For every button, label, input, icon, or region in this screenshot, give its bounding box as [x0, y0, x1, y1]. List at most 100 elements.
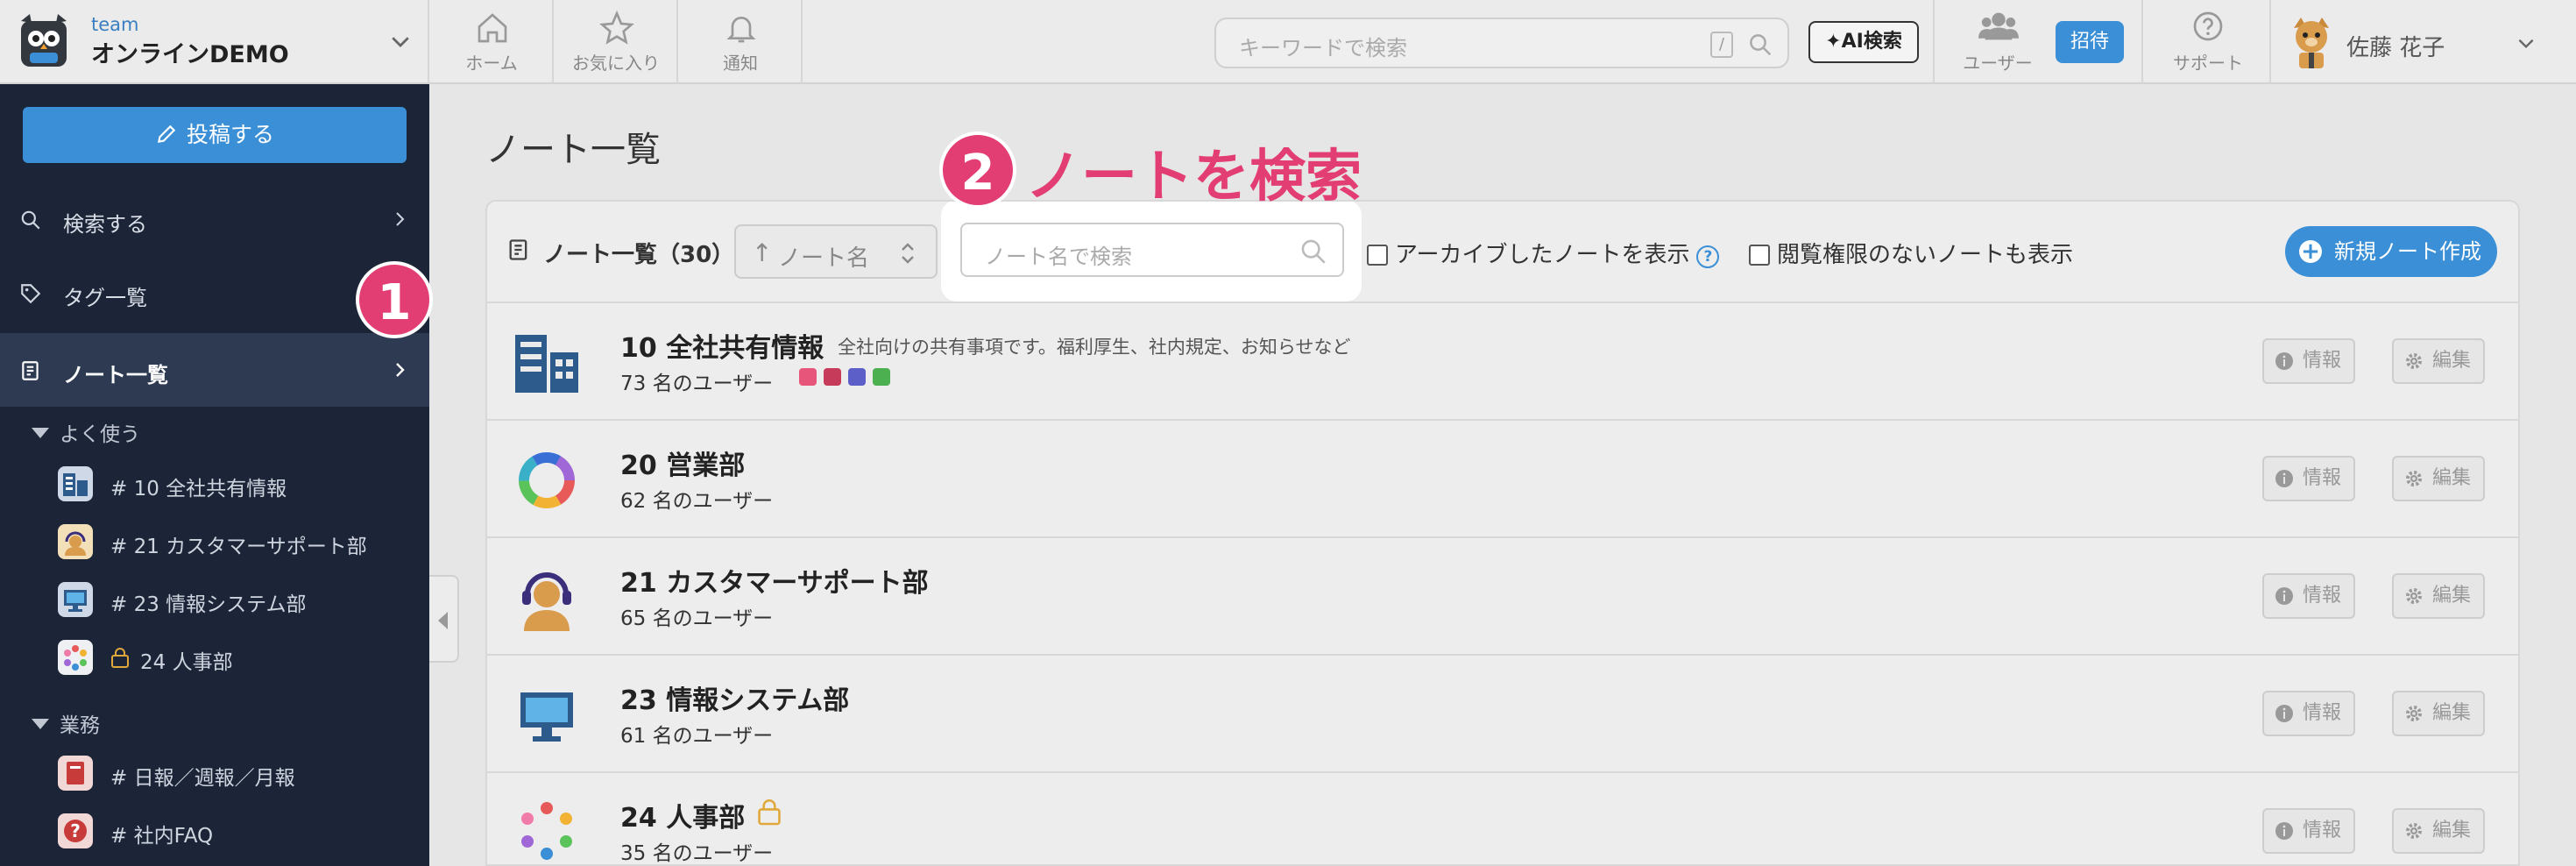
ai-search-button[interactable]: ✦AI検索: [1808, 21, 1919, 63]
info-icon: [2275, 352, 2293, 370]
nav-notifications[interactable]: 通知: [680, 0, 803, 84]
edit-button[interactable]: 編集: [2392, 456, 2485, 501]
note-name[interactable]: 21 カスタマーサポート部: [620, 561, 929, 600]
step-2-badge: 2: [939, 131, 1016, 209]
nav-support-label: サポート: [2173, 53, 2243, 74]
caret-down-icon: [32, 719, 49, 729]
nav-home[interactable]: ホーム: [431, 0, 554, 84]
team-name: オンラインDEMO: [91, 41, 289, 68]
info-button[interactable]: 情報: [2262, 573, 2355, 619]
note-row[interactable]: 20 営業部 62 名のユーザー 情報 編集: [487, 421, 2518, 538]
search-shortcut-hint: /: [1710, 32, 1733, 58]
sidebar-item-notes[interactable]: ノート一覧: [0, 333, 429, 407]
pencil-icon: [157, 124, 176, 144]
note-user-count: 35 名のユーザー: [620, 842, 774, 865]
note-name-search-input[interactable]: ノート名で検索: [960, 223, 1344, 277]
section-title: よく使う: [60, 423, 140, 446]
checkbox[interactable]: [1749, 245, 1770, 266]
sidebar-note-label: 24 人事部: [140, 651, 233, 674]
chevron-down-icon[interactable]: [2515, 32, 2537, 54]
ai-search-label: AI検索: [1841, 31, 1902, 53]
help-icon[interactable]: ?: [1696, 245, 1720, 268]
info-button[interactable]: 情報: [2262, 456, 2355, 501]
monitor-icon: [58, 582, 93, 617]
note-user-count: 61 名のユーザー: [620, 725, 774, 748]
info-button[interactable]: 情報: [2262, 338, 2355, 384]
sidebar-item-label: 検索する: [63, 212, 147, 237]
sidebar-note-item[interactable]: # 10 全社共有情報: [58, 458, 426, 510]
book-icon: [58, 756, 93, 791]
gear-icon: [2406, 588, 2422, 604]
info-icon: [2275, 587, 2293, 605]
headset-icon: [522, 572, 571, 631]
note-name[interactable]: 10 全社共有情報: [620, 326, 824, 365]
ring-chart-icon: [519, 452, 575, 508]
building-icon: [515, 335, 578, 393]
nav-home-label: ホーム: [465, 53, 518, 74]
sidebar-note-item[interactable]: ? # 社内FAQ: [58, 805, 426, 857]
nav-support[interactable]: サポート: [2155, 0, 2261, 84]
nav-users[interactable]: ユーザー: [1945, 0, 2050, 84]
webhook-icon: [873, 368, 890, 386]
section-favorites-header[interactable]: よく使う: [32, 417, 140, 447]
gear-icon: [2406, 471, 2422, 486]
user-avatar[interactable]: [2287, 16, 2336, 68]
sort-updown-icon: [902, 243, 914, 264]
edit-button[interactable]: 編集: [2392, 808, 2485, 854]
sort-select[interactable]: ↑ ノート名: [734, 224, 938, 279]
info-icon: [2275, 822, 2293, 840]
info-label: 情報: [2303, 585, 2342, 607]
info-button[interactable]: 情報: [2262, 808, 2355, 854]
show-no-permission-checkbox[interactable]: 閲覧権限のないノートも表示: [1749, 237, 2073, 269]
search-icon: [1301, 239, 1326, 264]
users-icon: [1978, 12, 2019, 40]
dots-icon: [58, 640, 93, 675]
info-icon: [2275, 470, 2293, 487]
question-icon: ?: [58, 813, 93, 848]
note-row[interactable]: 23 情報システム部 61 名のユーザー 情報 編集: [487, 656, 2518, 773]
lock-icon: [111, 648, 129, 668]
edit-button[interactable]: 編集: [2392, 573, 2485, 619]
edit-button[interactable]: 編集: [2392, 691, 2485, 736]
note-row[interactable]: 24 人事部 35 名のユーザー 情報 編集: [487, 773, 2518, 865]
checkbox[interactable]: [1367, 245, 1388, 266]
notes-list-title: ノート一覧（30）: [543, 242, 735, 268]
keyword-search-input[interactable]: キーワードで検索 /: [1214, 18, 1789, 68]
sidebar-item-search[interactable]: 検索する: [0, 182, 429, 256]
team-switcher[interactable]: team オンラインDEMO: [0, 0, 429, 84]
sidebar-note-label: # 日報／週報／月報: [110, 767, 295, 790]
post-button[interactable]: 投稿する: [23, 107, 407, 163]
note-name[interactable]: 23 情報システム部: [620, 678, 849, 717]
info-button[interactable]: 情報: [2262, 691, 2355, 736]
note-row[interactable]: 10 全社共有情報 全社向けの共有事項です。福利厚生、社内規定、お知らせなど 7…: [487, 303, 2518, 421]
integration-icons: [799, 368, 897, 387]
section-work-header[interactable]: 業務: [32, 708, 100, 738]
note-search-placeholder: ノート名で検索: [985, 245, 1132, 269]
dots-icon: [521, 802, 572, 860]
sidebar-note-item[interactable]: # 23 情報システム部: [58, 573, 426, 626]
edit-button[interactable]: 編集: [2392, 338, 2485, 384]
team-label: team: [91, 14, 139, 35]
note-row[interactable]: 21 カスタマーサポート部 65 名のユーザー 情報 編集: [487, 538, 2518, 656]
teams-icon: [848, 368, 866, 386]
lock-icon: [758, 799, 781, 826]
sidebar-note-label: # 23 情報システム部: [110, 593, 307, 616]
chevron-right-icon: [396, 363, 405, 377]
step-2-annotation-text: ノートを検索: [1025, 145, 1362, 209]
sidebar-note-item[interactable]: 24 人事部: [58, 631, 426, 684]
edit-label: 編集: [2432, 820, 2472, 841]
search-icon: [21, 210, 40, 230]
nav-favorites[interactable]: お気に入り: [556, 0, 678, 84]
show-archived-checkbox[interactable]: アーカイブしたノートを表示?: [1367, 237, 1720, 269]
sidebar-note-item[interactable]: # 21 カスタマーサポート部: [58, 515, 426, 568]
info-label: 情報: [2303, 467, 2342, 489]
invite-button[interactable]: 招待: [2056, 21, 2124, 63]
new-note-button[interactable]: 新規ノート作成: [2285, 226, 2497, 277]
tag-icon: [21, 284, 41, 304]
sidebar-note-item[interactable]: # 日報／週報／月報: [58, 747, 426, 799]
user-name[interactable]: 佐藤 花子: [2346, 30, 2445, 62]
sidebar-collapse-toggle[interactable]: [429, 575, 459, 663]
note-name[interactable]: 24 人事部: [620, 796, 745, 834]
note-name[interactable]: 20 営業部: [620, 444, 745, 482]
building-icon: [58, 466, 93, 501]
